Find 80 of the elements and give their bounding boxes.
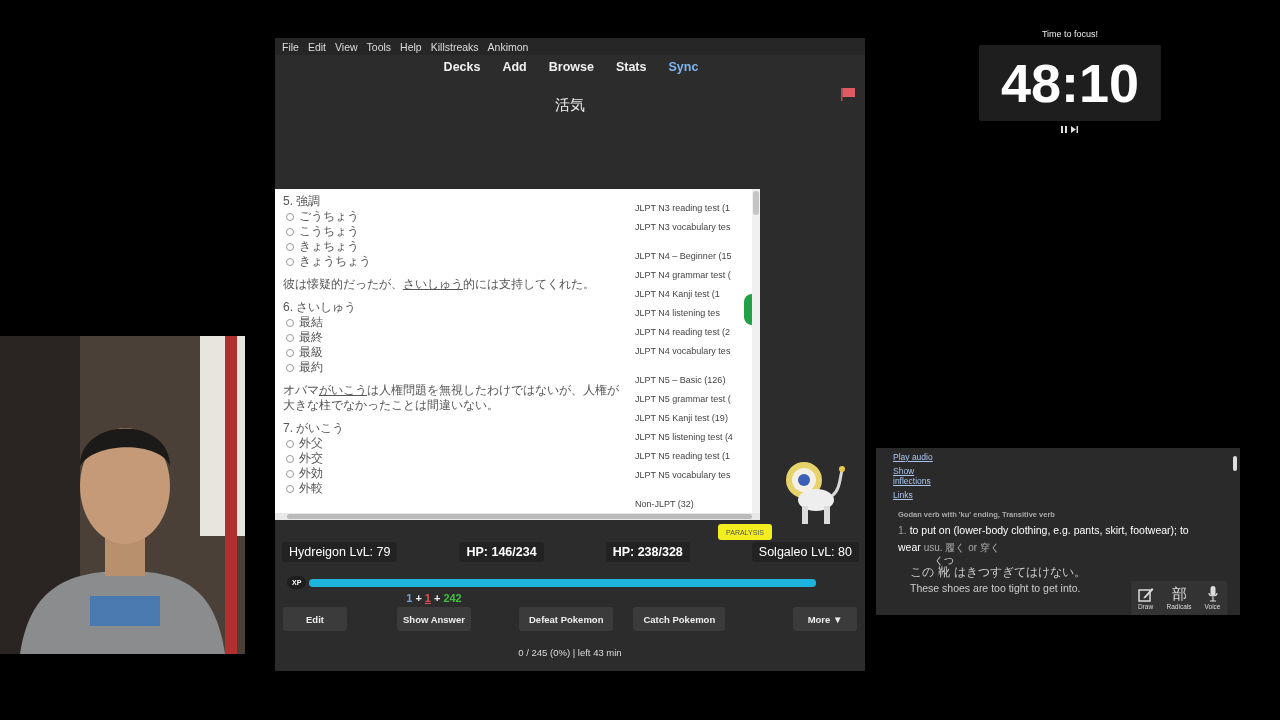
deck-link[interactable]: JLPT N5 listening test (4 (635, 428, 733, 447)
stat-label: HP: 238/328 (605, 542, 690, 562)
example-text: はきつすぎてはけない。 (954, 566, 1086, 579)
nav-link[interactable]: Add (502, 59, 527, 74)
option-label: きょちょう (299, 239, 359, 254)
menu-item[interactable]: File (282, 40, 299, 53)
example-sentence: 彼は懐疑的だったが、さいしゅう的には支持してくれた。 (283, 277, 596, 292)
question-label: 6. さいしゅう (283, 300, 358, 315)
timer-label: Time to focus! (1040, 29, 1100, 39)
option-label: 外交 (299, 451, 323, 466)
more-button[interactable]: More ▼ (793, 607, 857, 631)
timer-display: 48:10 (979, 45, 1161, 121)
deck-link[interactable]: JLPT N4 reading test (2 (635, 323, 730, 342)
deck-link[interactable]: JLPT N5 reading test (1 (635, 447, 730, 466)
option-label: ごうちょう (299, 209, 359, 224)
menu-item[interactable]: Tools (366, 40, 392, 53)
deck-link[interactable]: JLPT N5 vocabulary tes (635, 466, 731, 485)
due-count: 1 (424, 592, 431, 604)
due-count: 242 (443, 592, 462, 604)
question-label: 7. がいこう (283, 421, 346, 436)
due-count: 1 (406, 592, 413, 604)
deck-link[interactable]: JLPT N5 Kanji test (19) (635, 409, 728, 428)
plus-sign: + (433, 592, 441, 604)
stat-label: HP: 146/234 (459, 542, 544, 562)
dictionary-link[interactable]: Play audio (893, 452, 953, 462)
option-label: 最結 (299, 315, 323, 330)
stat-label: Hydreigon LvL: 79 (282, 542, 398, 562)
edit-button[interactable]: Edit (283, 607, 347, 631)
menu-item[interactable]: Ankimon (487, 40, 529, 53)
scrollbar-thumb[interactable] (287, 514, 752, 519)
catch-button[interactable]: Catch Pokemon (633, 607, 726, 631)
defeat-button[interactable]: Defeat Pokemon (519, 607, 614, 631)
option-label: 外較 (299, 481, 323, 496)
nav-link[interactable]: Stats (615, 59, 647, 74)
deck-link[interactable]: JLPT N4 vocabulary tes (635, 342, 731, 361)
nav-link[interactable]: Decks (443, 59, 481, 74)
deck-link[interactable]: JLPT N4 grammar test ( (635, 266, 731, 285)
example-text: この (910, 566, 934, 579)
nav-link[interactable]: Sync (668, 59, 699, 74)
nav-link[interactable]: Browse (548, 59, 594, 74)
deck-link[interactable]: JLPT N5 – Basic (126) (635, 371, 726, 390)
option-label: 最級 (299, 345, 323, 360)
menu-item[interactable]: View (335, 40, 358, 53)
option-label: 外効 (299, 466, 323, 481)
definition-text: 1. to put on (lower-body clothing, e.g. pants, skirt, footwear); to wear usu. 履く or 穿く (897, 523, 1190, 555)
option-label: 外父 (299, 436, 323, 451)
side-tab[interactable] (744, 294, 752, 325)
plus-sign: + (415, 592, 422, 604)
menu-item[interactable]: Edit (307, 40, 326, 53)
option-label: こうちょう (299, 224, 359, 239)
flag-icon[interactable] (841, 88, 855, 101)
deck-link[interactable]: JLPT N4 listening tes (635, 304, 720, 323)
deck-link[interactable]: JLPT N4 – Beginner (15 (635, 247, 732, 266)
show-answer-button[interactable]: Show Answer (397, 607, 471, 631)
deck-link[interactable]: JLPT N4 Kanji test (1 (635, 285, 720, 304)
option-label: 最約 (299, 360, 323, 375)
deck-link[interactable]: JLPT N3 vocabulary tes (635, 218, 731, 237)
example-translation: These shoes are too tight to get into. (910, 582, 1081, 594)
option-label: 最終 (299, 330, 323, 345)
example-sentence: オバマがいこう は人権問題を無視したわけではないが、人権が大きな柱でなかったことは間違いない。 (283, 383, 620, 413)
deck-link[interactable]: Non-JLPT (32) (635, 495, 694, 513)
pencil-icon (1137, 586, 1154, 602)
scrollbar-thumb[interactable] (1233, 456, 1237, 471)
deck-link[interactable]: JLPT N3 reading test (1 (635, 199, 730, 218)
pause-icon[interactable] (1061, 126, 1067, 133)
menu-item[interactable]: Help (400, 40, 422, 53)
question-label: 5. 強調 (283, 194, 322, 209)
furigana: くつ (934, 556, 954, 566)
skip-icon[interactable] (1071, 126, 1078, 133)
dictionary-link[interactable]: Links (893, 490, 953, 500)
progress-text: 0 / 245 (0%) | left 43 min (517, 647, 623, 658)
microphone-icon (1207, 586, 1218, 602)
example-text: 靴 (938, 566, 950, 579)
deck-link[interactable]: JLPT N5 grammar test ( (635, 390, 731, 409)
dictionary-link[interactable]: Show inflections (893, 466, 953, 486)
menu-item[interactable]: Killstreaks (430, 40, 479, 53)
scrollbar-thumb[interactable] (753, 191, 759, 215)
stat-label: Solgaleo LvL: 80 (751, 542, 859, 562)
option-label: きょうちょう (299, 254, 371, 269)
card-title: 活気 (555, 96, 585, 115)
